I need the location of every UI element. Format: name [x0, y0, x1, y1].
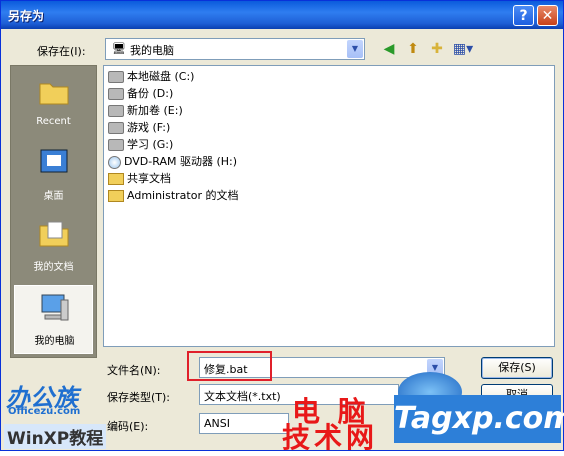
type-label: 保存类型(T): — [107, 391, 171, 404]
new-folder-button[interactable]: ✚ — [426, 39, 448, 59]
help-button[interactable]: ? — [513, 5, 534, 26]
file-list: 本地磁盘 (C:) 备份 (D:) 新加卷 (E:) 游戏 (F:) 学习 (G… — [103, 65, 555, 347]
list-item[interactable]: 新加卷 (E:) — [108, 102, 183, 119]
encoding-dropdown[interactable]: ANSI — [199, 413, 289, 434]
places-bar: Recent 桌面 我的文档 我的电脑 — [10, 65, 97, 358]
drive-icon — [108, 139, 124, 151]
save-in-dropdown[interactable]: 🖥 我的电脑 ▼ — [105, 38, 365, 60]
list-item[interactable]: Administrator 的文档 — [108, 187, 238, 204]
place-label: 我的电脑 — [34, 336, 75, 347]
place-my-documents[interactable]: 我的文档 — [14, 212, 93, 281]
drive-icon — [108, 122, 124, 134]
recent-folder-icon — [39, 83, 69, 105]
encoding-value: ANSI — [204, 417, 230, 430]
view-menu-button[interactable]: ▦▾ — [450, 39, 476, 59]
drive-icon — [108, 88, 124, 100]
save-in-label: 保存在(I): — [37, 45, 86, 58]
list-item[interactable]: 共享文档 — [108, 170, 171, 187]
folder-icon — [108, 173, 124, 185]
place-my-computer[interactable]: 我的电脑 — [14, 285, 93, 354]
close-button[interactable]: ✕ — [537, 5, 558, 26]
drive-icon — [108, 71, 124, 83]
back-arrow-icon: ◀ — [383, 41, 395, 57]
place-label: Recent — [36, 116, 71, 127]
chevron-down-icon[interactable]: ▼ — [347, 40, 363, 58]
list-item[interactable]: DVD-RAM 驱动器 (H:) — [108, 153, 237, 170]
place-desktop[interactable]: 桌面 — [14, 141, 93, 210]
save-in-value: 我的电脑 — [130, 44, 174, 57]
close-icon: ✕ — [541, 8, 554, 24]
computer-icon: 🖥 — [112, 42, 126, 55]
new-folder-icon: ✚ — [431, 41, 443, 57]
view-menu-icon: ▦▾ — [452, 41, 474, 57]
list-item[interactable]: 本地磁盘 (C:) — [108, 68, 194, 85]
title-bar: 另存为 ? ✕ — [1, 1, 563, 29]
my-computer-icon — [41, 294, 69, 321]
watermark-brand-a-sub: Officezu.com — [8, 406, 81, 417]
desktop-icon — [40, 149, 68, 173]
encoding-label: 编码(E): — [107, 420, 149, 433]
question-icon: ? — [519, 8, 528, 24]
place-recent[interactable]: Recent — [14, 70, 93, 139]
list-item[interactable]: 学习 (G:) — [108, 136, 173, 153]
up-folder-icon: ⬆ — [407, 41, 419, 57]
up-folder-button[interactable]: ⬆ — [402, 39, 424, 59]
place-label: 我的文档 — [33, 262, 74, 273]
folder-icon — [108, 190, 124, 202]
place-label: 桌面 — [43, 191, 64, 202]
save-as-dialog: 另存为 ? ✕ 保存在(I): 🖥 我的电脑 ▼ ◀ ⬆ ✚ ▦▾ Recent… — [0, 0, 564, 451]
back-button[interactable]: ◀ — [378, 39, 400, 59]
filename-label: 文件名(N): — [107, 364, 161, 377]
my-documents-icon — [39, 221, 69, 247]
save-button[interactable]: 保存(S) — [481, 357, 553, 379]
watermark-brand-b: WinXP教程 — [4, 424, 107, 449]
dvd-drive-icon — [108, 155, 121, 169]
list-item[interactable]: 游戏 (F:) — [108, 119, 170, 136]
watermark-brand-c2: 技术网 — [282, 421, 379, 454]
watermark-brand-d: Tagxp.com — [394, 395, 564, 443]
drive-icon — [108, 105, 124, 117]
window-title: 另存为 — [8, 9, 45, 23]
list-item[interactable]: 备份 (D:) — [108, 85, 173, 102]
filename-highlight-box — [187, 351, 272, 381]
file-type-value: 文本文档(*.txt) — [204, 390, 281, 403]
